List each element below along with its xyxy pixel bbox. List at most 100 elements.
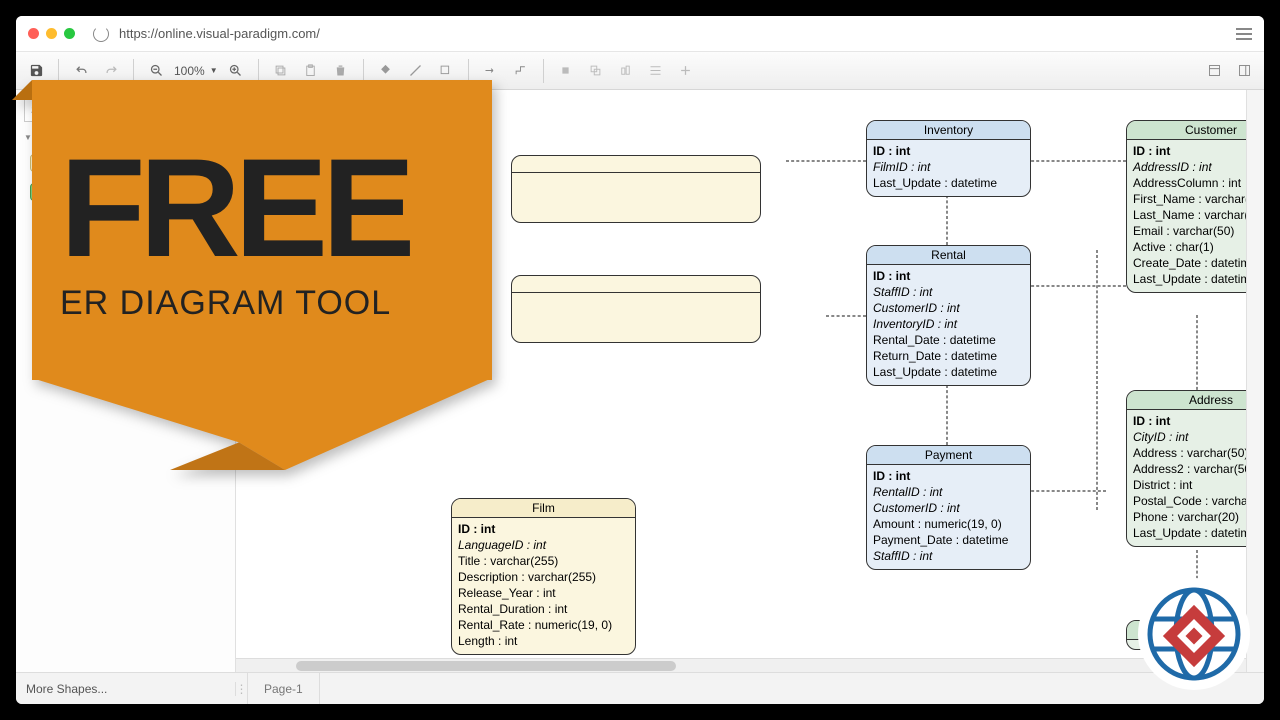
line-color-button[interactable] (404, 59, 428, 83)
entity-column: ID : int (1133, 143, 1246, 159)
entity-column: Email : varchar(50) (1133, 223, 1246, 239)
entity-column: Rental_Duration : int (458, 601, 629, 617)
add-button[interactable] (674, 59, 698, 83)
entity-body: ID : intLanguageID : intTitle : varchar(… (452, 518, 635, 654)
more-shapes-button[interactable]: More Shapes... (16, 682, 236, 696)
entity-column: InventoryID : int (873, 316, 1024, 332)
entity-column: Amount : numeric(19, 0) (873, 516, 1024, 532)
entity-column: Rental_Date : datetime (873, 332, 1024, 348)
entity-customer[interactable]: CustomerID : intAddressID : intAddressCo… (1126, 120, 1246, 293)
entity-header: Rental (867, 246, 1030, 265)
refresh-icon[interactable] (93, 26, 109, 42)
entity-column: ID : int (873, 268, 1024, 284)
outline-panel-button[interactable] (1232, 59, 1256, 83)
entity-column: RentalID : int (873, 484, 1024, 500)
entity-address[interactable]: Address ID : intCityID : intAddress : var… (1126, 390, 1246, 547)
window-controls[interactable] (28, 28, 75, 39)
connector-button[interactable] (479, 59, 503, 83)
entity-inventory[interactable]: InventoryID : intFilmID : intLast_Update… (866, 120, 1031, 197)
undo-button[interactable] (69, 59, 93, 83)
redo-button[interactable] (99, 59, 123, 83)
relationship-line (946, 190, 948, 245)
entity-column: Title : varchar(255) (458, 553, 629, 569)
entity-column: AddressID : int (1133, 159, 1246, 175)
zoom-out-button[interactable] (144, 59, 168, 83)
promo-banner: FREE ER DIAGRAM TOOL (32, 80, 492, 470)
entity-column: Description : varchar(255) (458, 569, 629, 585)
entity-column: CityID : int (1133, 429, 1246, 445)
entity-column: Phone : varchar(20) (1133, 509, 1246, 525)
to-back-button[interactable] (584, 59, 608, 83)
entity-header: Film (452, 499, 635, 518)
relationship-line (826, 315, 866, 317)
delete-button[interactable] (329, 59, 353, 83)
relationship-line (1196, 315, 1198, 395)
entity-column: Release_Year : int (458, 585, 629, 601)
copy-button[interactable] (269, 59, 293, 83)
entity-body: ID : intStaffID : intCustomerID : intInv… (867, 265, 1030, 385)
entity-column: Create_Date : datetime (1133, 255, 1246, 271)
entity-column: Last_Update : datetime (873, 175, 1024, 191)
entity-column: StaffID : int (873, 284, 1024, 300)
shadow-button[interactable] (434, 59, 458, 83)
entity-column: Last_Update : datetime (1133, 525, 1246, 541)
save-button[interactable] (24, 59, 48, 83)
entity-payment[interactable]: PaymentID : intRentalID : intCustomerID … (866, 445, 1031, 570)
drag-handle-icon[interactable]: ⋮ (236, 673, 248, 704)
brand-logo-icon (1134, 574, 1254, 694)
close-icon[interactable] (28, 28, 39, 39)
banner-subtitle: ER DIAGRAM TOOL (60, 284, 464, 323)
waypoint-button[interactable] (509, 59, 533, 83)
entity-column: Last_Update : datetime (873, 364, 1024, 380)
zoom-value: 100% (174, 64, 205, 78)
maximize-icon[interactable] (64, 28, 75, 39)
entity-column: First_Name : varchar(255) (1133, 191, 1246, 207)
browser-bar: https://online.visual-paradigm.com/ (16, 16, 1264, 52)
entity-header: Address (1127, 391, 1246, 410)
minimize-icon[interactable] (46, 28, 57, 39)
entity-column: ID : int (1133, 413, 1246, 429)
entity-film[interactable]: FilmID : intLanguageID : intTitle : varc… (451, 498, 636, 655)
hamburger-icon[interactable] (1236, 28, 1252, 40)
entity-stub[interactable] (511, 155, 761, 223)
entity-column: Address2 : varchar(50) (1133, 461, 1246, 477)
entity-stub[interactable] (511, 275, 761, 343)
entity-column: CustomerID : int (873, 300, 1024, 316)
entity-body: ID : intAddressID : intAddressColumn : i… (1127, 140, 1246, 292)
entity-body: ID : intFilmID : intLast_Update : dateti… (867, 140, 1030, 196)
relationship-line (1026, 490, 1106, 492)
format-panel-button[interactable] (1202, 59, 1226, 83)
entity-rental[interactable]: RentalID : intStaffID : intCustomerID : … (866, 245, 1031, 386)
entity-column: Rental_Rate : numeric(19, 0) (458, 617, 629, 633)
entity-column: ID : int (873, 468, 1024, 484)
entity-column: Address : varchar(50) (1133, 445, 1246, 461)
entity-column: StaffID : int (873, 548, 1024, 564)
zoom-level[interactable]: 100%▼ (174, 64, 218, 78)
entity-column: Last_Name : varchar(255) (1133, 207, 1246, 223)
entity-column: Payment_Date : datetime (873, 532, 1024, 548)
entity-column: FilmID : int (873, 159, 1024, 175)
paste-button[interactable] (299, 59, 323, 83)
relationship-line (1026, 160, 1126, 162)
to-front-button[interactable] (554, 59, 578, 83)
relationship-line (1026, 285, 1126, 287)
relationship-line (946, 385, 948, 445)
entity-header: Payment (867, 446, 1030, 465)
entity-header: Inventory (867, 121, 1030, 140)
align-button[interactable] (614, 59, 638, 83)
entity-body: ID : intRentalID : intCustomerID : intAm… (867, 465, 1030, 569)
horizontal-scrollbar[interactable] (236, 658, 1246, 672)
address-bar[interactable]: https://online.visual-paradigm.com/ (119, 26, 1236, 41)
fill-color-button[interactable] (374, 59, 398, 83)
entity-column: ID : int (873, 143, 1024, 159)
relationship-line (1096, 250, 1098, 510)
entity-column: AddressColumn : int (1133, 175, 1246, 191)
entity-column: Active : char(1) (1133, 239, 1246, 255)
banner-title: FREE (60, 138, 464, 278)
zoom-in-button[interactable] (224, 59, 248, 83)
entity-column: Length : int (458, 633, 629, 649)
page-tab[interactable]: Page-1 (248, 673, 320, 704)
entity-header: Customer (1127, 121, 1246, 140)
distribute-button[interactable] (644, 59, 668, 83)
entity-column: CustomerID : int (873, 500, 1024, 516)
